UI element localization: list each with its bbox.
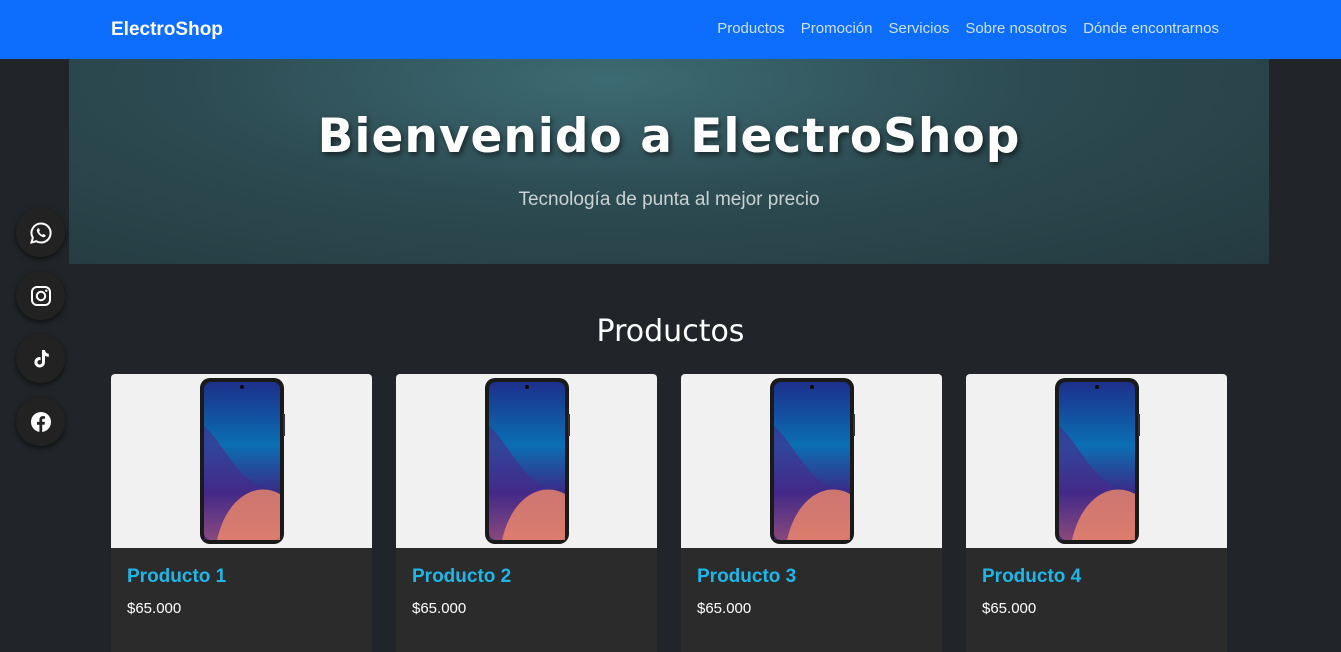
product-price: $65.000: [127, 600, 182, 617]
product-price: $65.000: [982, 600, 1037, 617]
instagram-icon: [30, 285, 51, 306]
product-name[interactable]: Producto 1: [127, 566, 356, 588]
product-image: [681, 374, 942, 548]
product-card[interactable]: Producto 2 $65.000: [396, 374, 657, 652]
smartphone-icon: [1054, 378, 1140, 544]
facebook-icon: [30, 411, 51, 432]
nav-link-servicios[interactable]: Servicios: [888, 20, 949, 37]
product-card[interactable]: Producto 4 $65.000: [966, 374, 1227, 652]
product-card[interactable]: Producto 1 $65.000: [111, 374, 372, 652]
tiktok-icon: [33, 349, 49, 368]
product-price: $65.000: [412, 600, 467, 617]
instagram-button[interactable]: [16, 271, 65, 320]
product-name[interactable]: Producto 4: [982, 566, 1211, 588]
product-image: [966, 374, 1227, 548]
nav-link-sobre-nosotros[interactable]: Sobre nosotros: [965, 20, 1067, 37]
product-name[interactable]: Producto 2: [412, 566, 641, 588]
smartphone-icon: [769, 378, 855, 544]
brand-logo[interactable]: ElectroShop: [111, 19, 223, 41]
nav-link-promocion[interactable]: Promoción: [801, 20, 873, 37]
product-card[interactable]: Producto 3 $65.000: [681, 374, 942, 652]
product-price: $65.000: [697, 600, 752, 617]
smartphone-icon: [484, 378, 570, 544]
products-section-title: Productos: [596, 314, 745, 349]
hero-subtitle: Tecnología de punta al mejor precio: [518, 189, 820, 210]
whatsapp-button[interactable]: [16, 208, 65, 257]
product-grid: Producto 1 $65.000 Producto 2 $65.000 Pr…: [111, 374, 1227, 652]
facebook-button[interactable]: [16, 397, 65, 446]
smartphone-icon: [199, 378, 285, 544]
nav-link-productos[interactable]: Productos: [717, 20, 785, 37]
nav-links: Productos Promoción Servicios Sobre noso…: [717, 20, 1219, 37]
product-name[interactable]: Producto 3: [697, 566, 926, 588]
hero-banner: Bienvenido a ElectroShop Tecnología de p…: [69, 59, 1269, 264]
hero-title: Bienvenido a ElectroShop: [317, 109, 1021, 164]
product-image: [396, 374, 657, 548]
product-image: [111, 374, 372, 548]
nav-link-donde-encontrarnos[interactable]: Dónde encontrarnos: [1083, 20, 1219, 37]
navbar: ElectroShop Productos Promoción Servicio…: [0, 0, 1341, 59]
whatsapp-icon: [29, 221, 52, 244]
